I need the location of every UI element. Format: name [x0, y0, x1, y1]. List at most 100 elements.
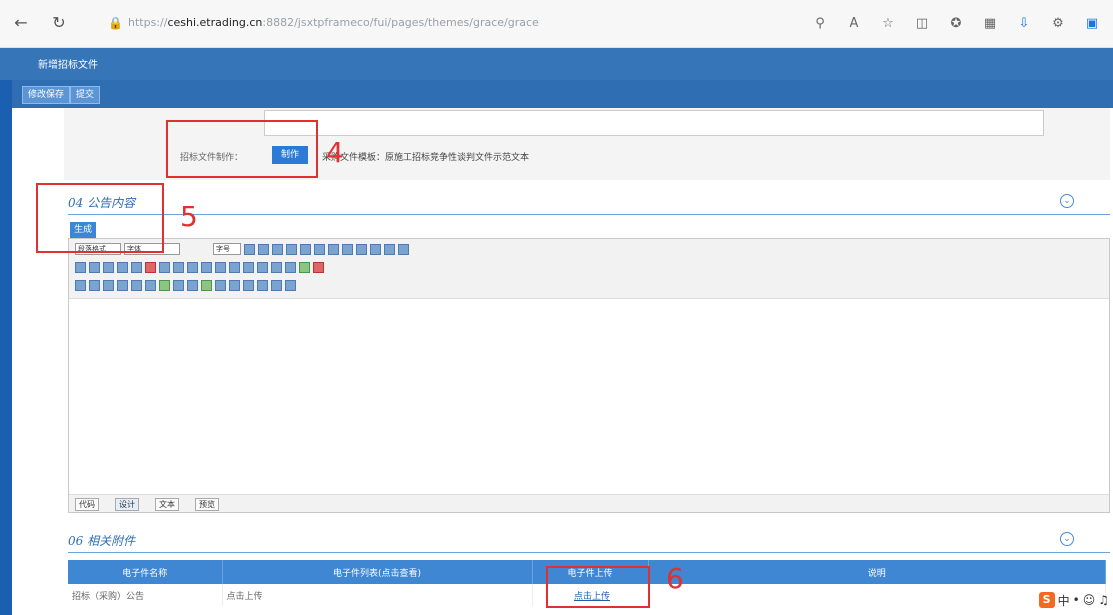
- tab-preview[interactable]: 预览: [195, 498, 219, 511]
- cut-icon[interactable]: [75, 261, 86, 273]
- editor-toolbar-row-3: [75, 278, 296, 292]
- align-center-icon[interactable]: [370, 243, 381, 255]
- section-divider: [68, 552, 1110, 553]
- flash-icon[interactable]: [313, 261, 324, 273]
- indent-icon[interactable]: [229, 261, 240, 273]
- save-button[interactable]: 修改保存: [22, 86, 71, 104]
- insert-col-icon[interactable]: [285, 261, 296, 273]
- font-size-select[interactable]: 字号: [213, 243, 241, 255]
- media-icon[interactable]: [117, 279, 128, 291]
- annotation-box-6: [546, 566, 650, 608]
- refresh-icon[interactable]: ↻: [48, 12, 70, 34]
- url-text: https://ceshi.etrading.cn:8882/jsxtpfram…: [128, 16, 539, 29]
- outdent-icon[interactable]: [243, 261, 254, 273]
- find-icon[interactable]: [159, 261, 170, 273]
- paste-text-icon[interactable]: [117, 261, 128, 273]
- highlight-icon[interactable]: [342, 243, 353, 255]
- editor-toolbar-row-2: [75, 260, 324, 274]
- italic-icon[interactable]: [258, 243, 269, 255]
- section-divider: [68, 214, 1110, 215]
- description-textarea[interactable]: [264, 110, 1044, 136]
- annotation-number-4: 4: [326, 136, 344, 169]
- insert-row-icon[interactable]: [271, 261, 282, 273]
- delete-icon[interactable]: [145, 261, 156, 273]
- image-icon[interactable]: [299, 261, 310, 273]
- attachment-name: 招标（采购）公告: [68, 584, 223, 606]
- annotation-number-5: 5: [180, 200, 198, 233]
- special-char-icon[interactable]: [173, 279, 184, 291]
- undo-icon[interactable]: [173, 261, 184, 273]
- align-right-icon[interactable]: [384, 243, 395, 255]
- zoom-icon[interactable]: ⚲: [805, 12, 835, 36]
- emoji-icon[interactable]: ☺: [1083, 593, 1096, 607]
- date-icon[interactable]: [229, 279, 240, 291]
- globe-icon[interactable]: [201, 279, 212, 291]
- chinese-mode-icon[interactable]: 中: [1058, 592, 1070, 609]
- fullscreen-icon[interactable]: [271, 279, 282, 291]
- textbox-icon[interactable]: [145, 279, 156, 291]
- attachment-list[interactable]: 点击上传: [222, 584, 533, 606]
- lock-icon: 🔒: [108, 16, 123, 30]
- copy-icon[interactable]: [89, 261, 100, 273]
- sogou-ime-icon[interactable]: S: [1038, 592, 1055, 608]
- paste-icon[interactable]: [103, 261, 114, 273]
- collapse-icon[interactable]: ⌄: [1060, 532, 1074, 546]
- download-icon[interactable]: ⇩: [1009, 12, 1039, 36]
- justify-icon[interactable]: [398, 243, 409, 255]
- address-bar[interactable]: 🔒 https://ceshi.etrading.cn:8882/jsxtpfr…: [104, 11, 564, 35]
- section-title-attachments: 06 相关附件: [68, 534, 136, 548]
- tab-text[interactable]: 文本: [155, 498, 179, 511]
- paste-word-icon[interactable]: [131, 261, 142, 273]
- office-icon[interactable]: ▣: [1077, 12, 1107, 36]
- tab-design[interactable]: 设计: [115, 498, 139, 511]
- rich-text-editor[interactable]: 段落格式 字体 字号 代码 设计 文本 预览: [68, 238, 1110, 513]
- print-icon[interactable]: [257, 279, 268, 291]
- attachment-note: [648, 584, 1106, 606]
- left-rail: [0, 48, 12, 615]
- punctuation-icon[interactable]: •: [1073, 593, 1080, 607]
- tab-code[interactable]: 代码: [75, 498, 99, 511]
- emoticon-icon[interactable]: [159, 279, 170, 291]
- annotation-number-6: 6: [666, 562, 684, 595]
- editor-toolbar: 段落格式 字体 字号: [69, 239, 1109, 299]
- link-icon[interactable]: [75, 279, 86, 291]
- browser-toolbar-icons: ⚲ A ☆ ◫ ✪ ▦ ⇩ ⚙ ▣: [805, 12, 1107, 36]
- subscript-icon[interactable]: [314, 243, 325, 255]
- ordered-list-icon[interactable]: [201, 261, 212, 273]
- superscript-icon[interactable]: [300, 243, 311, 255]
- editor-mode-bar: 代码 设计 文本 预览: [69, 494, 1109, 512]
- bold-icon[interactable]: [244, 243, 255, 255]
- annotation-box-4: [166, 120, 318, 178]
- column-header: 电子件名称: [68, 560, 223, 584]
- time-icon[interactable]: [243, 279, 254, 291]
- submit-button[interactable]: 提交: [70, 86, 101, 104]
- unordered-list-icon[interactable]: [215, 261, 226, 273]
- browser-bar: ← ↻ 🔒 https://ceshi.etrading.cn:8882/jsx…: [0, 0, 1113, 48]
- main-content: 招标文件制作： 制作 采购文件模板：原施工招标竞争性谈判文件示范文本 04 公告…: [12, 108, 1113, 615]
- unlink-icon[interactable]: [89, 279, 100, 291]
- read-aloud-icon[interactable]: A: [839, 12, 869, 36]
- split-screen-icon[interactable]: ◫: [907, 12, 937, 36]
- form-icon[interactable]: [131, 279, 142, 291]
- template-text: 采购文件模板：原施工招标竞争性谈判文件示范文本: [322, 153, 530, 163]
- anchor-icon[interactable]: [103, 279, 114, 291]
- favorites-bar-icon[interactable]: ✪: [941, 12, 971, 36]
- underline-icon[interactable]: [272, 243, 283, 255]
- ime-tray: S 中 • ☺ ♫: [1038, 589, 1109, 611]
- help-icon[interactable]: [285, 279, 296, 291]
- horizontal-rule-icon[interactable]: [187, 279, 198, 291]
- table-icon[interactable]: [257, 261, 268, 273]
- favorite-icon[interactable]: ☆: [873, 12, 903, 36]
- action-toolbar: 修改保存 提交: [12, 80, 1113, 108]
- collapse-icon[interactable]: ⌄: [1060, 194, 1074, 208]
- font-color-icon[interactable]: [328, 243, 339, 255]
- page-break-icon[interactable]: [215, 279, 226, 291]
- align-left-icon[interactable]: [356, 243, 367, 255]
- strike-icon[interactable]: [286, 243, 297, 255]
- microphone-icon[interactable]: ♫: [1098, 593, 1109, 607]
- collections-icon[interactable]: ▦: [975, 12, 1005, 36]
- redo-icon[interactable]: [187, 261, 198, 273]
- back-icon[interactable]: ←: [10, 12, 32, 34]
- extensions-icon[interactable]: ⚙: [1043, 12, 1073, 36]
- window-title: 新增招标文件: [0, 48, 1113, 80]
